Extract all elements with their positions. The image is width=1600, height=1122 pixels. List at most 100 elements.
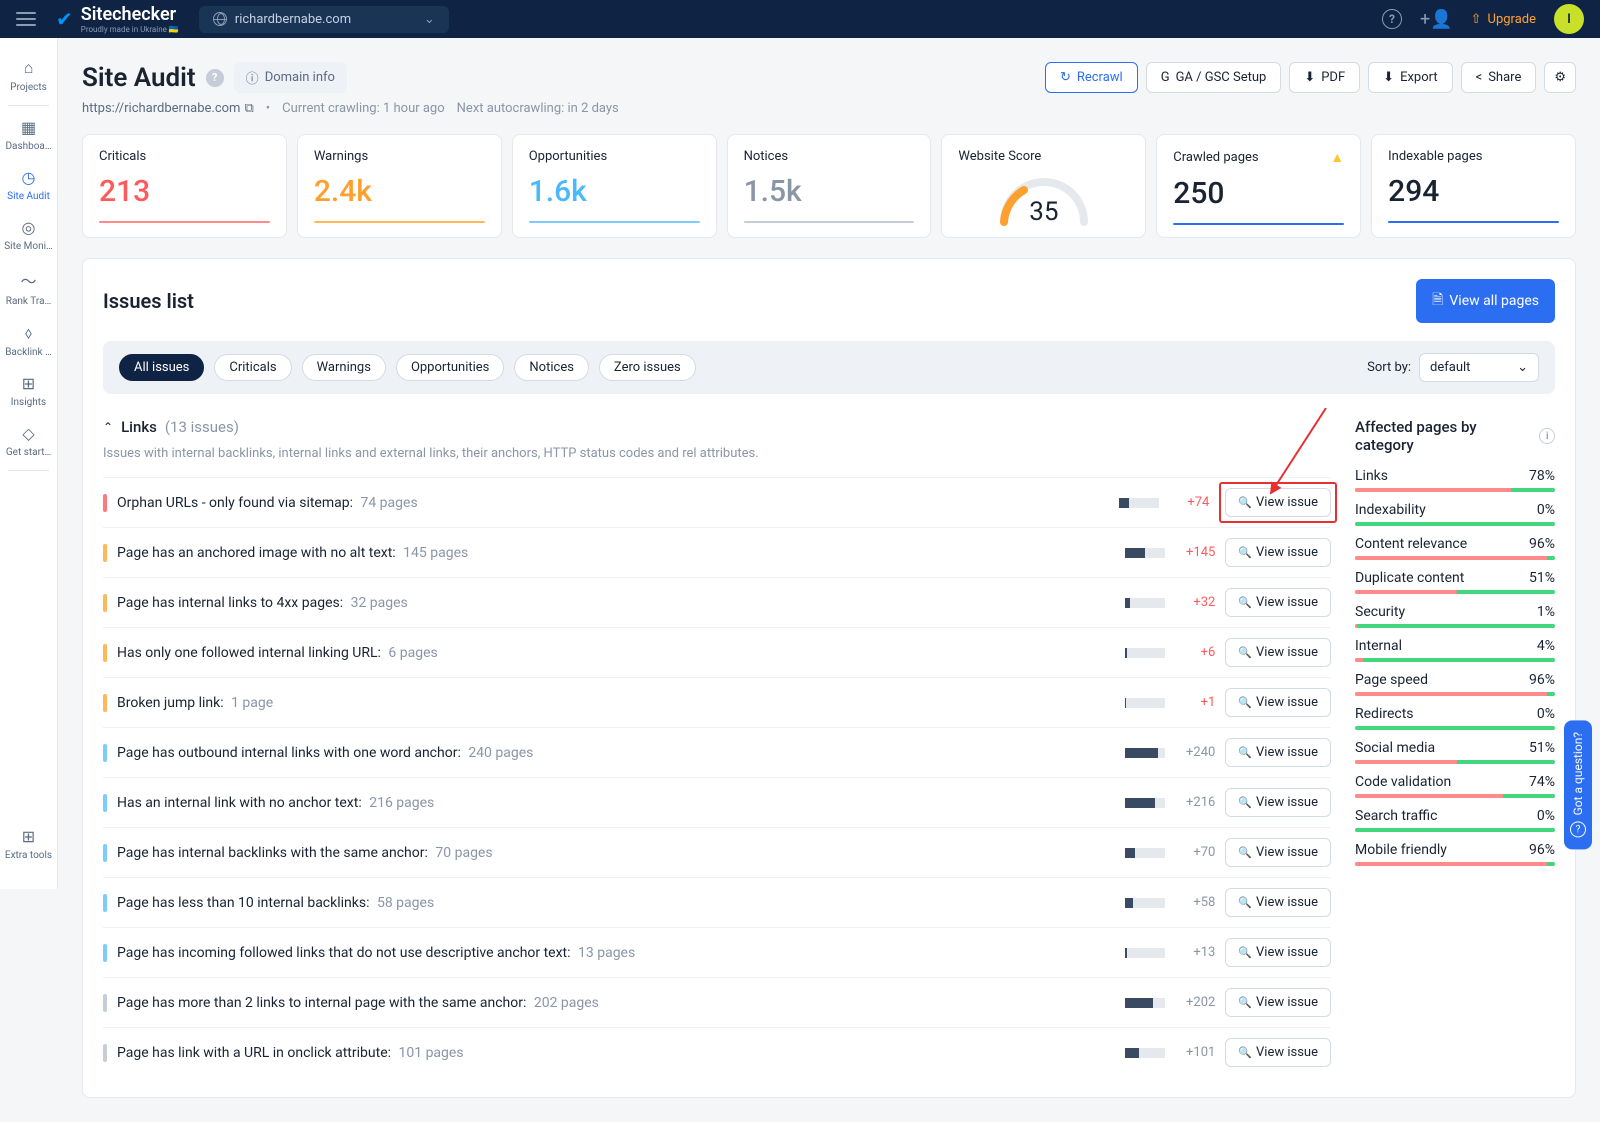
add-user-icon[interactable]: +👤: [1420, 9, 1453, 30]
view-issue-button[interactable]: 🔍View issue: [1225, 738, 1331, 767]
filter-pill-all-issues[interactable]: All issues: [119, 354, 204, 381]
category-row[interactable]: Duplicate content51%: [1355, 570, 1555, 594]
nav-item-rank-tra-[interactable]: 〜Rank Tra…: [0, 260, 57, 315]
issue-title[interactable]: Page has internal backlinks with the sam…: [117, 845, 493, 861]
stat-card-notices[interactable]: Notices1.5k: [727, 134, 932, 238]
category-row[interactable]: Internal4%: [1355, 638, 1555, 662]
category-row[interactable]: Code validation74%: [1355, 774, 1555, 798]
help-widget[interactable]: ? Got a question?: [1564, 720, 1592, 849]
stat-card-website-score[interactable]: Website Score 35: [941, 134, 1146, 238]
share-button[interactable]: <Share: [1461, 62, 1537, 93]
pdf-button[interactable]: ⬇PDF: [1289, 62, 1360, 93]
stat-card-criticals[interactable]: Criticals213: [82, 134, 287, 238]
category-row[interactable]: Page speed96%: [1355, 672, 1555, 696]
category-row[interactable]: Indexability0%: [1355, 502, 1555, 526]
filter-pill-zero-issues[interactable]: Zero issues: [599, 354, 696, 381]
filter-pill-warnings[interactable]: Warnings: [302, 354, 386, 381]
severity-indicator: [103, 944, 107, 962]
stat-card-crawled-pages[interactable]: Crawled pages▲250: [1156, 134, 1361, 238]
category-row[interactable]: Content relevance96%: [1355, 536, 1555, 560]
view-issue-button[interactable]: 🔍View issue: [1225, 838, 1331, 867]
view-issue-button[interactable]: 🔍View issue: [1225, 888, 1331, 917]
recrawl-button[interactable]: ↻Recrawl: [1045, 62, 1138, 93]
sort-select[interactable]: default ⌄: [1419, 353, 1539, 382]
help-icon[interactable]: ?: [1382, 9, 1402, 29]
view-all-pages-button[interactable]: 🗎 View all pages: [1416, 279, 1555, 323]
view-issue-button[interactable]: 🔍View issue: [1225, 988, 1331, 1017]
upgrade-link[interactable]: ⇧ Upgrade: [1471, 12, 1536, 27]
nav-icon: ◇: [22, 424, 34, 443]
issue-row: Page has less than 10 internal backlinks…: [103, 877, 1331, 927]
filter-pill-opportunities[interactable]: Opportunities: [396, 354, 504, 381]
severity-indicator: [103, 644, 107, 662]
issue-pages: 240 pages: [465, 745, 534, 761]
mini-bar: [1125, 648, 1165, 658]
logo[interactable]: ✔ Sitechecker Proudly made in Ukraine 🇺🇦: [56, 4, 179, 34]
nav-item-insights[interactable]: ⊞Insights: [0, 366, 57, 416]
stat-card-warnings[interactable]: Warnings2.4k: [297, 134, 502, 238]
issue-title[interactable]: Page has outbound internal links with on…: [117, 745, 533, 761]
category-row[interactable]: Mobile friendly96%: [1355, 842, 1555, 866]
issue-title[interactable]: Page has an anchored image with no alt t…: [117, 545, 468, 561]
warning-icon: ▲: [1330, 149, 1344, 166]
site-url-link[interactable]: https://richardbernabe.com ⧉: [82, 101, 254, 116]
settings-button[interactable]: ⚙: [1544, 62, 1576, 93]
title-help-icon[interactable]: ?: [206, 69, 224, 87]
issue-title[interactable]: Has an internal link with no anchor text…: [117, 795, 434, 811]
stat-card-opportunities[interactable]: Opportunities1.6k: [512, 134, 717, 238]
issue-title[interactable]: Orphan URLs - only found via sitemap: 74…: [117, 495, 418, 511]
section-count: (13 issues): [165, 418, 239, 436]
nav-icon: 〜: [20, 268, 36, 292]
hamburger-menu[interactable]: [16, 12, 36, 26]
nav-extra-tools[interactable]: ⊞ Extra tools: [0, 819, 57, 869]
view-issue-button[interactable]: 🔍View issue: [1225, 638, 1331, 667]
nav-item-site-audit[interactable]: ◷Site Audit: [0, 160, 57, 210]
mini-bar: [1119, 498, 1159, 508]
issue-pages: 32 pages: [347, 595, 408, 611]
topbar: ✔ Sitechecker Proudly made in Ukraine 🇺🇦…: [0, 0, 1600, 38]
domain-info-button[interactable]: ⓘ Domain info: [234, 62, 347, 93]
search-icon: 🔍: [1238, 896, 1252, 909]
nav-item-get-start-[interactable]: ◇Get start…: [0, 416, 57, 466]
category-row[interactable]: Security1%: [1355, 604, 1555, 628]
issue-title[interactable]: Page has internal links to 4xx pages: 32…: [117, 595, 408, 611]
issue-title[interactable]: Page has link with a URL in onclick attr…: [117, 1045, 464, 1061]
severity-indicator: [103, 544, 107, 562]
category-row[interactable]: Redirects0%: [1355, 706, 1555, 730]
nav-item-site-moni-[interactable]: ◎Site Moni…: [0, 210, 57, 260]
ga-gsc-button[interactable]: GGA / GSC Setup: [1146, 62, 1282, 93]
severity-indicator: [103, 744, 107, 762]
view-issue-button[interactable]: 🔍View issue: [1225, 588, 1331, 617]
info-icon[interactable]: i: [1539, 428, 1555, 444]
issue-title[interactable]: Broken jump link: 1 page: [117, 695, 273, 711]
stats-row: Criticals213Warnings2.4kOpportunities1.6…: [82, 134, 1576, 238]
export-button[interactable]: ⬇Export: [1368, 62, 1452, 93]
nav-item-projects[interactable]: ⌂Projects: [0, 50, 57, 101]
category-row[interactable]: Links78%: [1355, 468, 1555, 492]
issue-title[interactable]: Page has incoming followed links that do…: [117, 945, 635, 961]
search-icon: 🔍: [1238, 546, 1252, 559]
issues-panel: Issues list 🗎 View all pages All issuesC…: [82, 258, 1576, 1098]
view-issue-button[interactable]: 🔍View issue: [1225, 538, 1331, 567]
filter-pill-criticals[interactable]: Criticals: [214, 354, 291, 381]
issue-row: Has an internal link with no anchor text…: [103, 777, 1331, 827]
view-issue-button[interactable]: 🔍View issue: [1225, 788, 1331, 817]
section-links-header[interactable]: ⌃ Links (13 issues): [103, 418, 1331, 436]
nav-item-backlink-[interactable]: ⬨Backlink …: [0, 315, 57, 366]
view-issue-button[interactable]: 🔍View issue: [1225, 488, 1331, 517]
view-issue-button[interactable]: 🔍View issue: [1225, 938, 1331, 967]
category-row[interactable]: Search traffic0%: [1355, 808, 1555, 832]
filter-pill-notices[interactable]: Notices: [514, 354, 589, 381]
category-row[interactable]: Social media51%: [1355, 740, 1555, 764]
nav-icon: ◷: [22, 168, 36, 187]
view-issue-button[interactable]: 🔍View issue: [1225, 688, 1331, 717]
issue-title[interactable]: Has only one followed internal linking U…: [117, 645, 438, 661]
stat-card-indexable-pages[interactable]: Indexable pages294: [1371, 134, 1576, 238]
avatar[interactable]: I: [1554, 4, 1584, 34]
issue-title[interactable]: Page has more than 2 links to internal p…: [117, 995, 599, 1011]
issue-title[interactable]: Page has less than 10 internal backlinks…: [117, 895, 434, 911]
view-issue-button[interactable]: 🔍View issue: [1225, 1038, 1331, 1067]
issue-pages: 101 pages: [395, 1045, 464, 1061]
nav-item-dashboa-[interactable]: ▦Dashboa…: [0, 110, 57, 160]
domain-selector[interactable]: richardbernabe.com ⌄: [199, 6, 449, 33]
